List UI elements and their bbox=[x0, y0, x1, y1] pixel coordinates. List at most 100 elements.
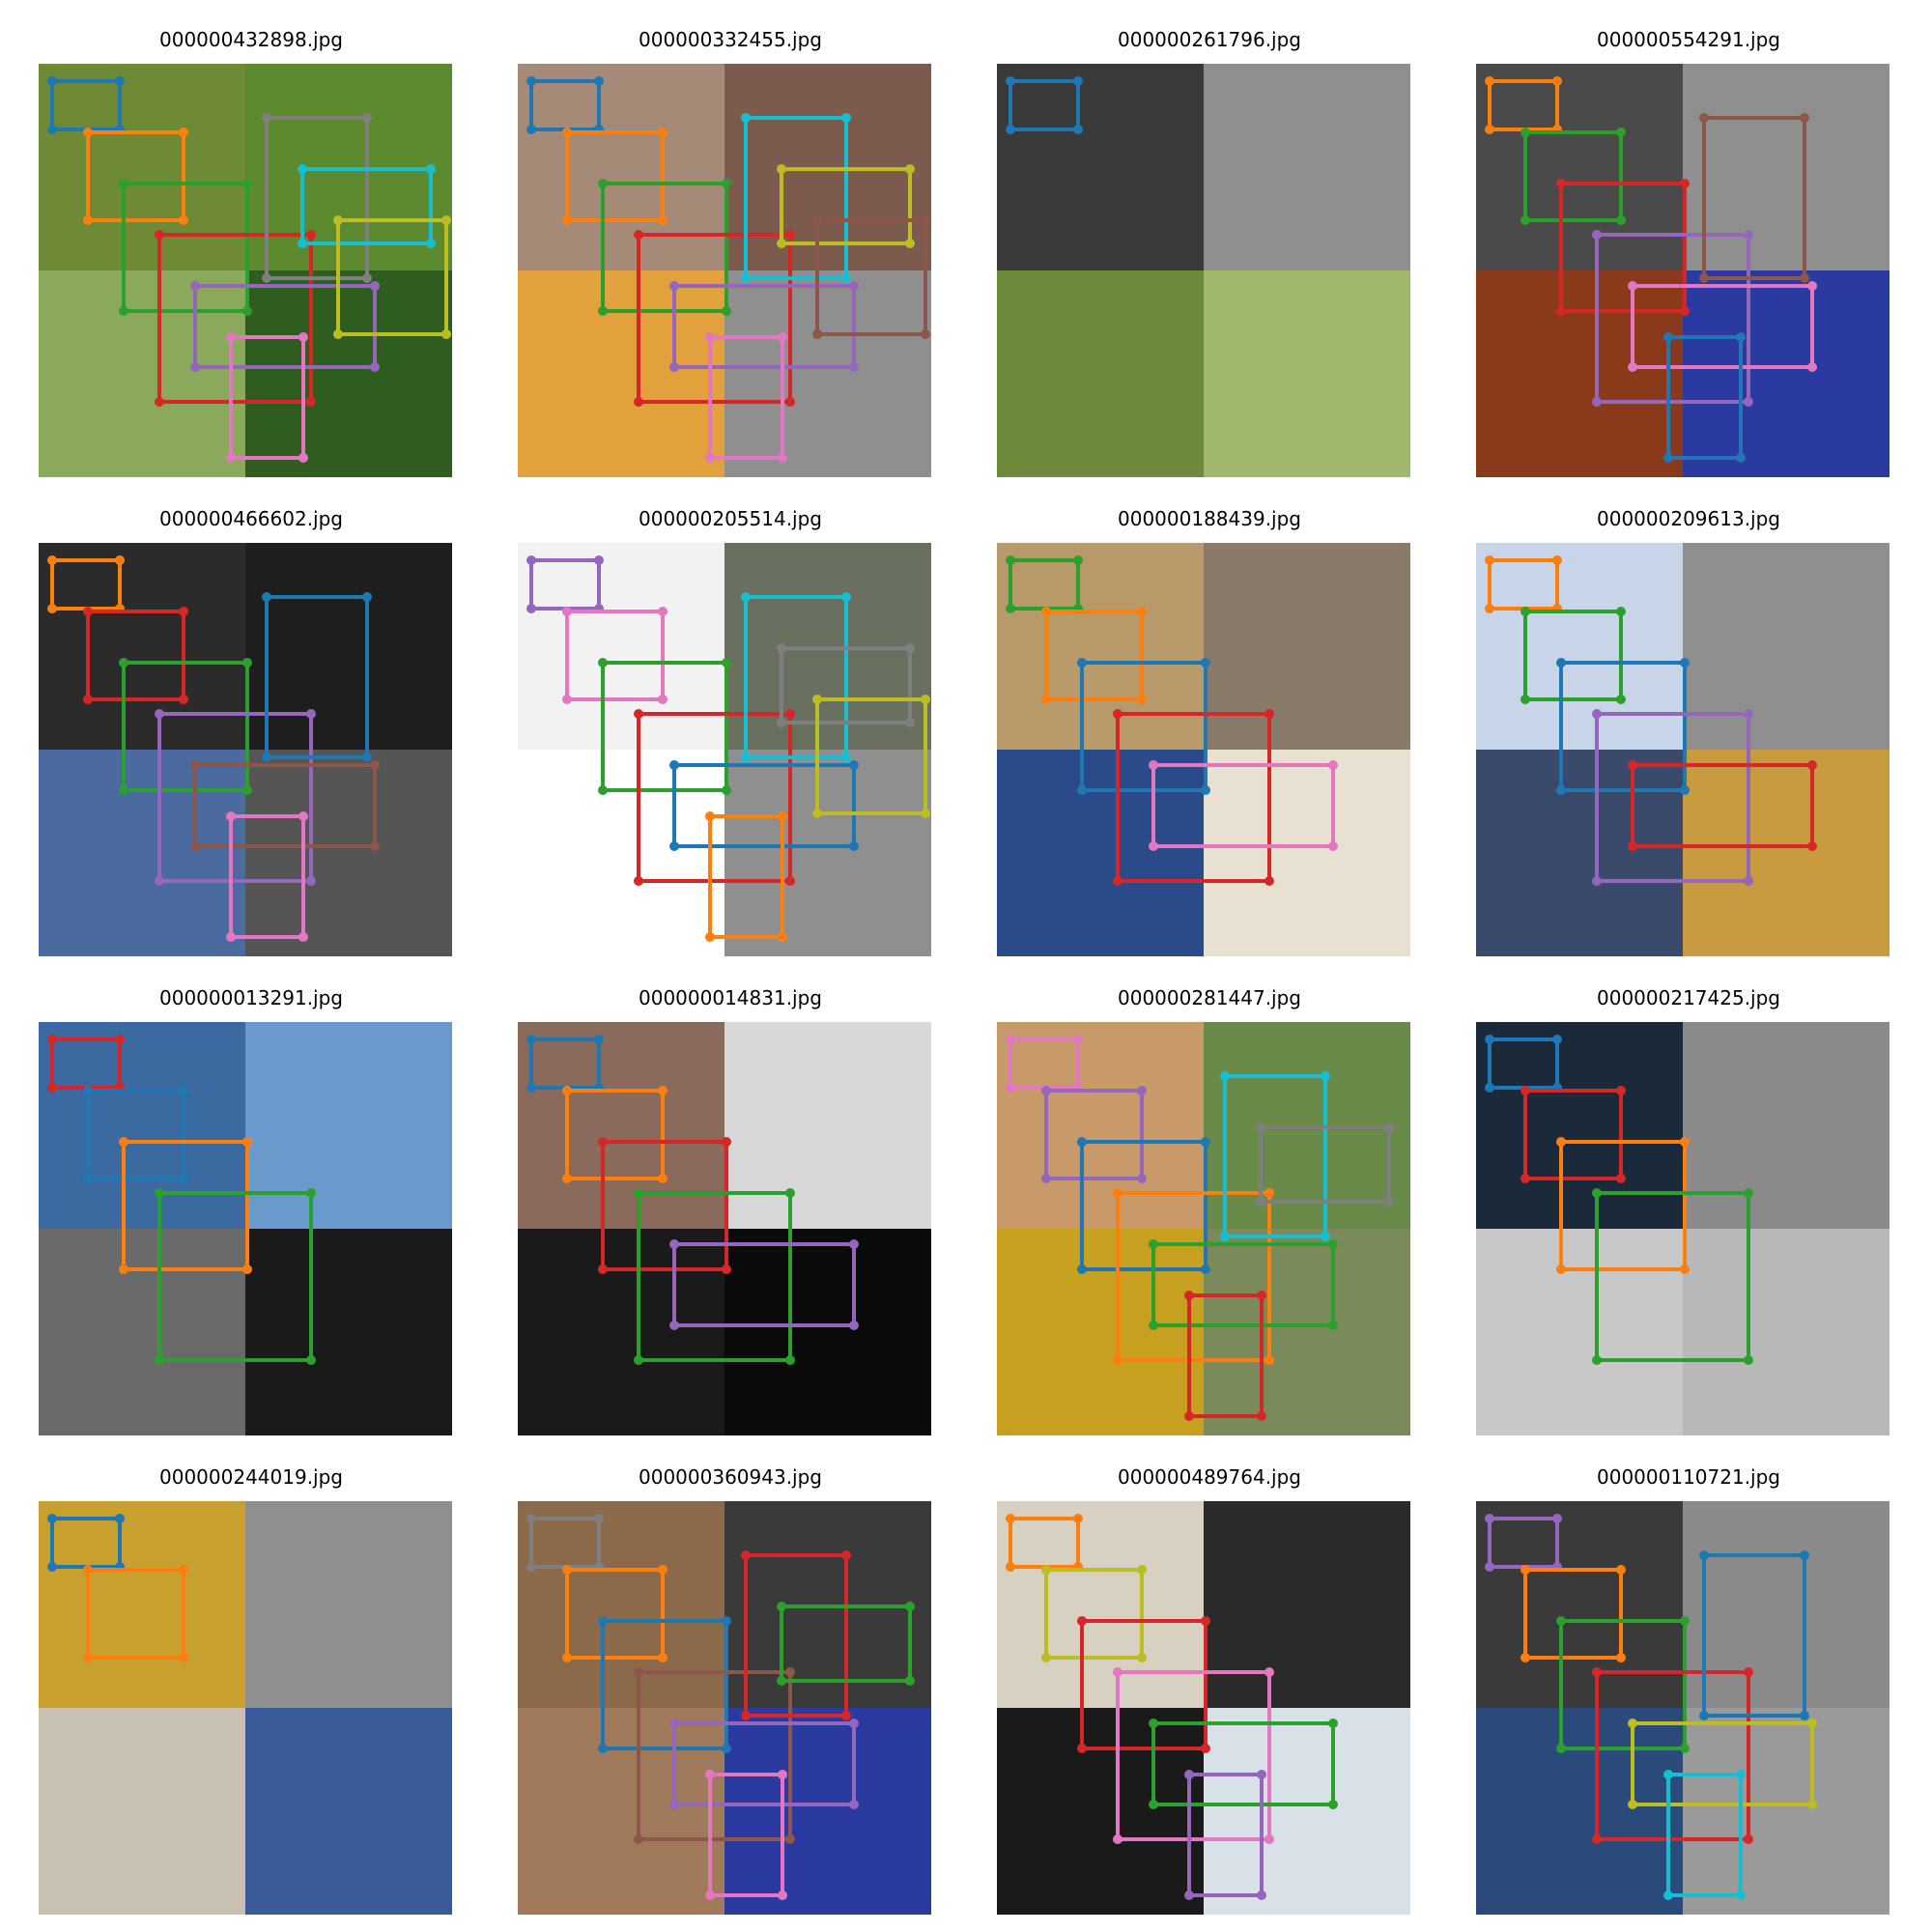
bbox bbox=[1044, 1089, 1144, 1180]
image-cell-16[interactable]: 000000110721.jpg bbox=[1476, 1464, 1901, 1918]
bbox-corner-dot bbox=[1663, 1770, 1673, 1779]
mosaic-image[interactable] bbox=[1476, 1501, 1889, 1915]
image-cell-1[interactable]: 000000432898.jpg bbox=[39, 27, 464, 481]
image-cell-12[interactable]: 000000217425.jpg bbox=[1476, 985, 1901, 1439]
bbox-corner-dot bbox=[1006, 604, 1015, 613]
bbox-corner-dot bbox=[47, 1035, 57, 1044]
bbox-corner-dot bbox=[1077, 1616, 1087, 1626]
bbox-corner-dot bbox=[1006, 555, 1015, 565]
mosaic-image[interactable] bbox=[518, 1501, 931, 1915]
bbox-corner-dot bbox=[1800, 1550, 1809, 1560]
bbox bbox=[1631, 284, 1814, 369]
bbox-corner-dot bbox=[812, 329, 822, 339]
mosaic-image[interactable] bbox=[518, 1022, 931, 1435]
bbox-corner-dot bbox=[1184, 1890, 1194, 1900]
bbox bbox=[637, 233, 792, 404]
image-cell-6[interactable]: 000000205514.jpg bbox=[518, 506, 943, 960]
mosaic-image[interactable] bbox=[997, 1501, 1410, 1915]
bbox-corner-dot bbox=[1264, 876, 1274, 886]
bbox-corner-dot bbox=[1556, 658, 1566, 668]
bbox-corner-dot bbox=[1384, 1197, 1394, 1207]
bbox-corner-dot bbox=[155, 1355, 164, 1365]
bbox-corner-dot bbox=[1384, 1122, 1394, 1132]
bbox-corner-dot bbox=[634, 1834, 643, 1844]
mosaic-image[interactable] bbox=[39, 1501, 452, 1915]
bbox-corner-dot bbox=[115, 76, 125, 86]
image-cell-5[interactable]: 000000466602.jpg bbox=[39, 506, 464, 960]
bbox-corner-dot bbox=[526, 76, 536, 86]
bbox-corner-dot bbox=[362, 592, 372, 602]
image-cell-13[interactable]: 000000244019.jpg bbox=[39, 1464, 464, 1918]
image-cell-3[interactable]: 000000261796.jpg bbox=[997, 27, 1422, 481]
image-cell-2[interactable]: 000000332455.jpg bbox=[518, 27, 943, 481]
bbox bbox=[1187, 1773, 1264, 1897]
bbox-corner-dot bbox=[849, 362, 859, 372]
bbox-corner-dot bbox=[298, 332, 308, 342]
image-cell-4[interactable]: 000000554291.jpg bbox=[1476, 27, 1901, 481]
image-cell-14[interactable]: 000000360943.jpg bbox=[518, 1464, 943, 1918]
bbox-corner-dot bbox=[905, 643, 915, 653]
bbox-corner-dot bbox=[1257, 1291, 1266, 1300]
bbox bbox=[1009, 558, 1080, 611]
image-cell-11[interactable]: 000000281447.jpg bbox=[997, 985, 1422, 1439]
image-cell-8[interactable]: 000000209613.jpg bbox=[1476, 506, 1901, 960]
bbox-corner-dot bbox=[47, 1514, 57, 1523]
bbox-corner-dot bbox=[1485, 1083, 1494, 1093]
bbox bbox=[50, 558, 122, 611]
bbox-corner-dot bbox=[594, 555, 604, 565]
bbox-overlay bbox=[1006, 1514, 1338, 1900]
bbox-corner-dot bbox=[741, 592, 751, 602]
bbox-corner-dot bbox=[812, 215, 822, 225]
bbox-corner-dot bbox=[1807, 1800, 1817, 1809]
bbox-corner-dot bbox=[594, 1514, 604, 1523]
bbox-corner-dot bbox=[526, 125, 536, 134]
mosaic-image[interactable] bbox=[518, 543, 931, 956]
mosaic-image[interactable] bbox=[997, 64, 1410, 477]
bbox-corner-dot bbox=[155, 876, 164, 886]
bbox-corner-dot bbox=[785, 1355, 795, 1365]
mosaic-image[interactable] bbox=[518, 64, 931, 477]
bbox-corner-dot bbox=[634, 397, 643, 407]
bbox bbox=[1009, 1037, 1080, 1090]
bbox-corner-dot bbox=[598, 306, 608, 316]
mosaic-image[interactable] bbox=[1476, 1022, 1889, 1435]
bbox-corner-dot bbox=[1149, 1239, 1158, 1249]
image-cell-7[interactable]: 000000188439.jpg bbox=[997, 506, 1422, 960]
mosaic-image[interactable] bbox=[39, 543, 452, 956]
bbox-corner-dot bbox=[1041, 1174, 1051, 1183]
bbox-corner-dot bbox=[119, 1264, 128, 1274]
bbox-corner-dot bbox=[179, 1653, 188, 1662]
bbox-corner-dot bbox=[658, 607, 668, 616]
bbox-corner-dot bbox=[669, 362, 679, 372]
mosaic-image[interactable] bbox=[1476, 64, 1889, 477]
bbox-corner-dot bbox=[905, 1676, 915, 1686]
bbox-corner-dot bbox=[1556, 306, 1566, 316]
bbox-corner-dot bbox=[1552, 1514, 1562, 1523]
bbox-corner-dot bbox=[921, 215, 930, 225]
image-cell-9[interactable]: 000000013291.jpg bbox=[39, 985, 464, 1439]
mosaic-image[interactable] bbox=[39, 1022, 452, 1435]
bbox bbox=[1488, 1517, 1559, 1569]
bbox-corner-dot bbox=[306, 230, 316, 240]
image-cell-15[interactable]: 000000489764.jpg bbox=[997, 1464, 1422, 1918]
bbox-corner-dot bbox=[1328, 1719, 1338, 1728]
image-title: 000000205514.jpg bbox=[639, 507, 822, 530]
bbox-corner-dot bbox=[306, 1355, 316, 1365]
bbox-corner-dot bbox=[1552, 555, 1562, 565]
bbox-corner-dot bbox=[777, 718, 786, 727]
image-cell-10[interactable]: 000000014831.jpg bbox=[518, 985, 943, 1439]
mosaic-image[interactable] bbox=[39, 64, 452, 477]
image-title: 000000261796.jpg bbox=[1118, 28, 1301, 51]
bbox-overlay bbox=[47, 76, 451, 463]
bbox-corner-dot bbox=[179, 128, 188, 137]
bbox-corner-dot bbox=[1628, 1719, 1637, 1728]
bbox bbox=[1523, 130, 1623, 222]
bbox-overlay bbox=[47, 1035, 316, 1365]
bbox-corner-dot bbox=[1201, 1137, 1210, 1147]
bbox-corner-dot bbox=[1592, 397, 1602, 407]
mosaic-image[interactable] bbox=[1476, 543, 1889, 956]
mosaic-image[interactable] bbox=[997, 1022, 1410, 1435]
mosaic-image[interactable] bbox=[997, 543, 1410, 956]
bbox-corner-dot bbox=[1680, 1264, 1690, 1274]
bbox-corner-dot bbox=[778, 453, 787, 463]
